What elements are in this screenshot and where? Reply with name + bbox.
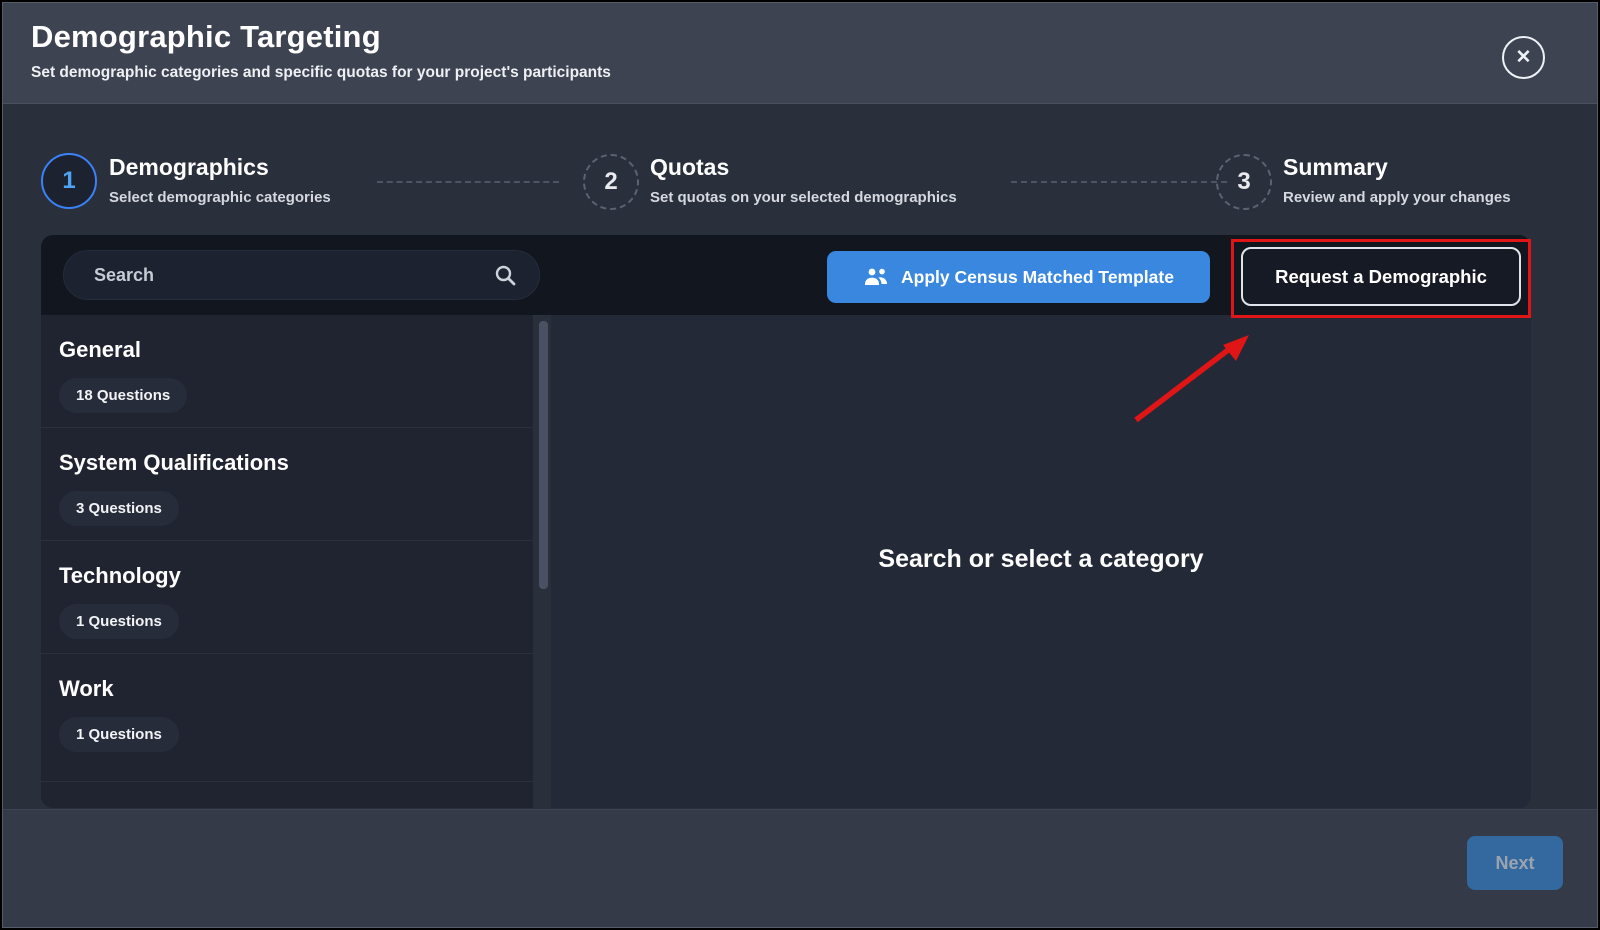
question-count-badge: 1 Questions: [59, 717, 179, 752]
empty-state-text: Search or select a category: [878, 545, 1203, 574]
modal-title: Demographic Targeting: [31, 19, 1569, 55]
modal-subtitle: Set demographic categories and specific …: [31, 64, 1569, 82]
step-1-circle: 1: [41, 153, 97, 209]
toolbar: Apply Census Matched Template Request a …: [41, 235, 1531, 315]
request-demographic-label: Request a Demographic: [1275, 266, 1487, 287]
step-connector-2: [1011, 181, 1227, 183]
category-item-technology[interactable]: Technology 1 Questions: [41, 541, 533, 654]
category-name: Technology: [59, 563, 515, 589]
step-3-label: Summary: [1283, 154, 1511, 181]
step-3-number: 3: [1237, 168, 1250, 196]
step-2-description: Set quotas on your selected demographics: [650, 189, 957, 206]
step-2-text: Quotas Set quotas on your selected demog…: [650, 154, 957, 206]
modal-footer: Next: [3, 809, 1597, 928]
category-item-work[interactable]: Work 1 Questions: [41, 654, 533, 782]
step-2-circle: 2: [583, 154, 639, 210]
sidebar-scrollbar[interactable]: [539, 321, 548, 589]
apply-census-template-button[interactable]: Apply Census Matched Template: [827, 251, 1210, 303]
modal-header: Demographic Targeting Set demographic ca…: [3, 3, 1597, 104]
category-sidebar: General 18 Questions System Qualificatio…: [41, 315, 533, 808]
question-count-badge: 1 Questions: [59, 604, 179, 639]
step-2-number: 2: [604, 168, 617, 196]
next-button[interactable]: Next: [1467, 836, 1563, 890]
category-name: General: [59, 337, 515, 363]
category-name: Work: [59, 676, 515, 702]
close-button[interactable]: ✕: [1502, 36, 1545, 79]
category-item-clipped[interactable]: Geographic: [41, 782, 533, 808]
step-1-description: Select demographic categories: [109, 189, 331, 206]
step-connector-1: [377, 181, 559, 183]
step-3-text: Summary Review and apply your changes: [1283, 154, 1511, 206]
category-detail-panel: Search or select a category: [551, 315, 1531, 808]
question-count-badge: 3 Questions: [59, 491, 179, 526]
question-count-badge: 18 Questions: [59, 378, 187, 413]
request-demographic-button[interactable]: Request a Demographic: [1241, 247, 1521, 306]
search-input[interactable]: [94, 265, 493, 286]
category-item-system-qualifications[interactable]: System Qualifications 3 Questions: [41, 428, 533, 541]
step-1-text: Demographics Select demographic categori…: [109, 154, 331, 206]
step-3-description: Review and apply your changes: [1283, 189, 1511, 206]
apply-census-template-label: Apply Census Matched Template: [901, 267, 1174, 288]
step-1-label: Demographics: [109, 154, 331, 181]
step-3-circle: 3: [1216, 154, 1272, 210]
step-2-label: Quotas: [650, 154, 957, 181]
screen: Demographic Targeting Set demographic ca…: [0, 0, 1600, 930]
category-name: System Qualifications: [59, 450, 515, 476]
search-icon: [493, 263, 517, 287]
close-icon: ✕: [1516, 47, 1532, 68]
category-item-general[interactable]: General 18 Questions: [41, 315, 533, 428]
people-icon: [863, 267, 889, 287]
search-box[interactable]: [63, 250, 540, 300]
demographic-targeting-modal: Demographic Targeting Set demographic ca…: [2, 2, 1598, 928]
step-1-number: 1: [62, 167, 75, 195]
